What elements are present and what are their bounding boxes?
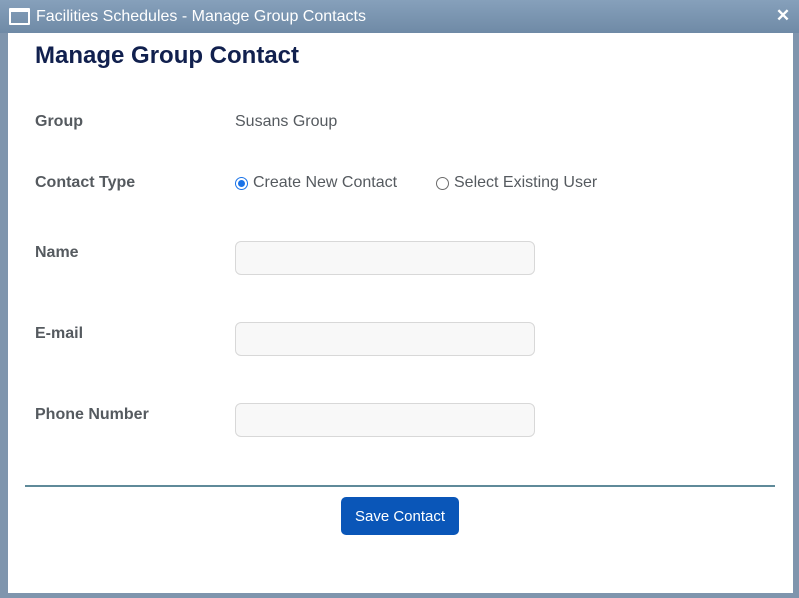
dialog-content: Manage Group Contact Group Susans Group …: [8, 33, 793, 593]
divider: [25, 485, 775, 487]
window-title: Facilities Schedules - Manage Group Cont…: [36, 8, 366, 25]
email-label: E-mail: [35, 325, 84, 342]
title-bar[interactable]: Facilities Schedules - Manage Group Cont…: [0, 0, 799, 33]
radio-select-existing-user[interactable]: Select Existing User: [436, 174, 597, 192]
radio-button-unchecked[interactable]: [436, 176, 449, 190]
close-icon[interactable]: ✕: [775, 6, 791, 26]
radio-select-existing-user-label: Select Existing User: [454, 174, 598, 191]
radio-create-new-contact[interactable]: Create New Contact: [235, 174, 397, 192]
group-value: Susans Group: [235, 113, 338, 130]
phone-number-label: Phone Number: [35, 406, 149, 423]
radio-create-new-contact-label: Create New Contact: [253, 174, 398, 191]
window-icon: [9, 8, 30, 25]
name-label: Name: [35, 244, 79, 261]
phone-number-input[interactable]: [235, 403, 535, 437]
radio-button-checked[interactable]: [235, 176, 248, 190]
page-title: Manage Group Contact: [35, 42, 300, 69]
dialog-window: Facilities Schedules - Manage Group Cont…: [0, 0, 799, 598]
group-label: Group: [35, 113, 83, 130]
save-contact-button[interactable]: Save Contact: [341, 497, 459, 535]
email-input[interactable]: [235, 322, 535, 356]
name-input[interactable]: [235, 241, 535, 275]
contact-type-label: Contact Type: [35, 174, 136, 191]
